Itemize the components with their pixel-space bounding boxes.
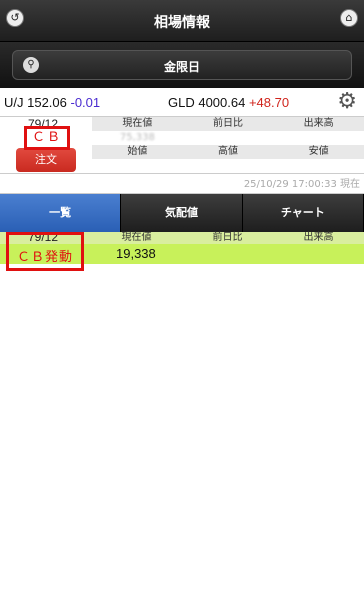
quote-header-row-2: 始値 高値 安値: [92, 145, 364, 159]
gear-icon[interactable]: ⚙: [337, 90, 357, 112]
order-button[interactable]: 注文: [16, 148, 76, 172]
value-current-price: 75,338: [119, 132, 155, 143]
header-high: 高値: [218, 146, 238, 157]
weekday-bar: ⚲ 金限日: [0, 42, 364, 88]
usd-jpy-value: U/J 152.06: [4, 95, 67, 110]
list-header-current-price: 現在値: [121, 232, 152, 243]
list-header-change: 前日比: [212, 232, 243, 243]
gold-change: +48.70: [248, 95, 290, 110]
header-current-price: 現在値: [122, 118, 153, 129]
value-volume: [273, 131, 364, 145]
weekday-label: 金限日: [163, 60, 200, 74]
tab-chart[interactable]: チャート: [242, 194, 364, 232]
tab-bar: 一覧 気配値 チャート: [0, 194, 364, 232]
quote-value-row: 75,338: [92, 131, 364, 145]
update-timestamp: 25/10/29 17:00:33 現在: [0, 176, 364, 194]
header-open: 始値: [127, 146, 148, 157]
home-icon[interactable]: ⌂: [340, 9, 358, 27]
quote-header-row: 現在値 前日比 出来高: [92, 117, 364, 131]
usd-jpy-change: -0.01: [70, 95, 101, 110]
list-current-price: 19,338: [116, 246, 156, 261]
page-title: 相場情報: [154, 15, 210, 31]
header-bar: ↺ 相場情報 ⌂: [0, 0, 364, 42]
header-low: 安値: [308, 146, 329, 157]
cb-badge: ＣＢ: [24, 126, 70, 150]
cb-triggered-label: ＣＢ発動: [16, 250, 73, 265]
list-header-volume: 出来高: [303, 232, 334, 243]
quote-grid: 現在値 前日比 出来高 75,338 始値 高値 安値: [92, 117, 364, 159]
gold-value: GLD 4000.64: [168, 95, 246, 110]
tab-quotes[interactable]: 気配値: [121, 194, 243, 232]
tab-list[interactable]: 一覧: [0, 194, 122, 232]
weekday-selector[interactable]: ⚲ 金限日: [12, 50, 352, 80]
value-change: [183, 131, 274, 145]
ticker-strip: U/J 152.06 -0.01 GLD 4000.64 +48.70 ⚙: [0, 88, 364, 116]
quote-panel: 79/12 注文 ＣＢ 現在値 前日比 出来高 75,338 始値 高値 安値: [0, 116, 364, 174]
gold-ticker: GLD 4000.64 +48.70: [168, 95, 289, 110]
header-change: 前日比: [213, 118, 243, 129]
header-volume: 出来高: [303, 118, 334, 129]
cb-triggered-badge: ＣＢ発動: [6, 232, 84, 271]
usd-jpy-ticker: U/J 152.06 -0.01: [4, 95, 100, 110]
